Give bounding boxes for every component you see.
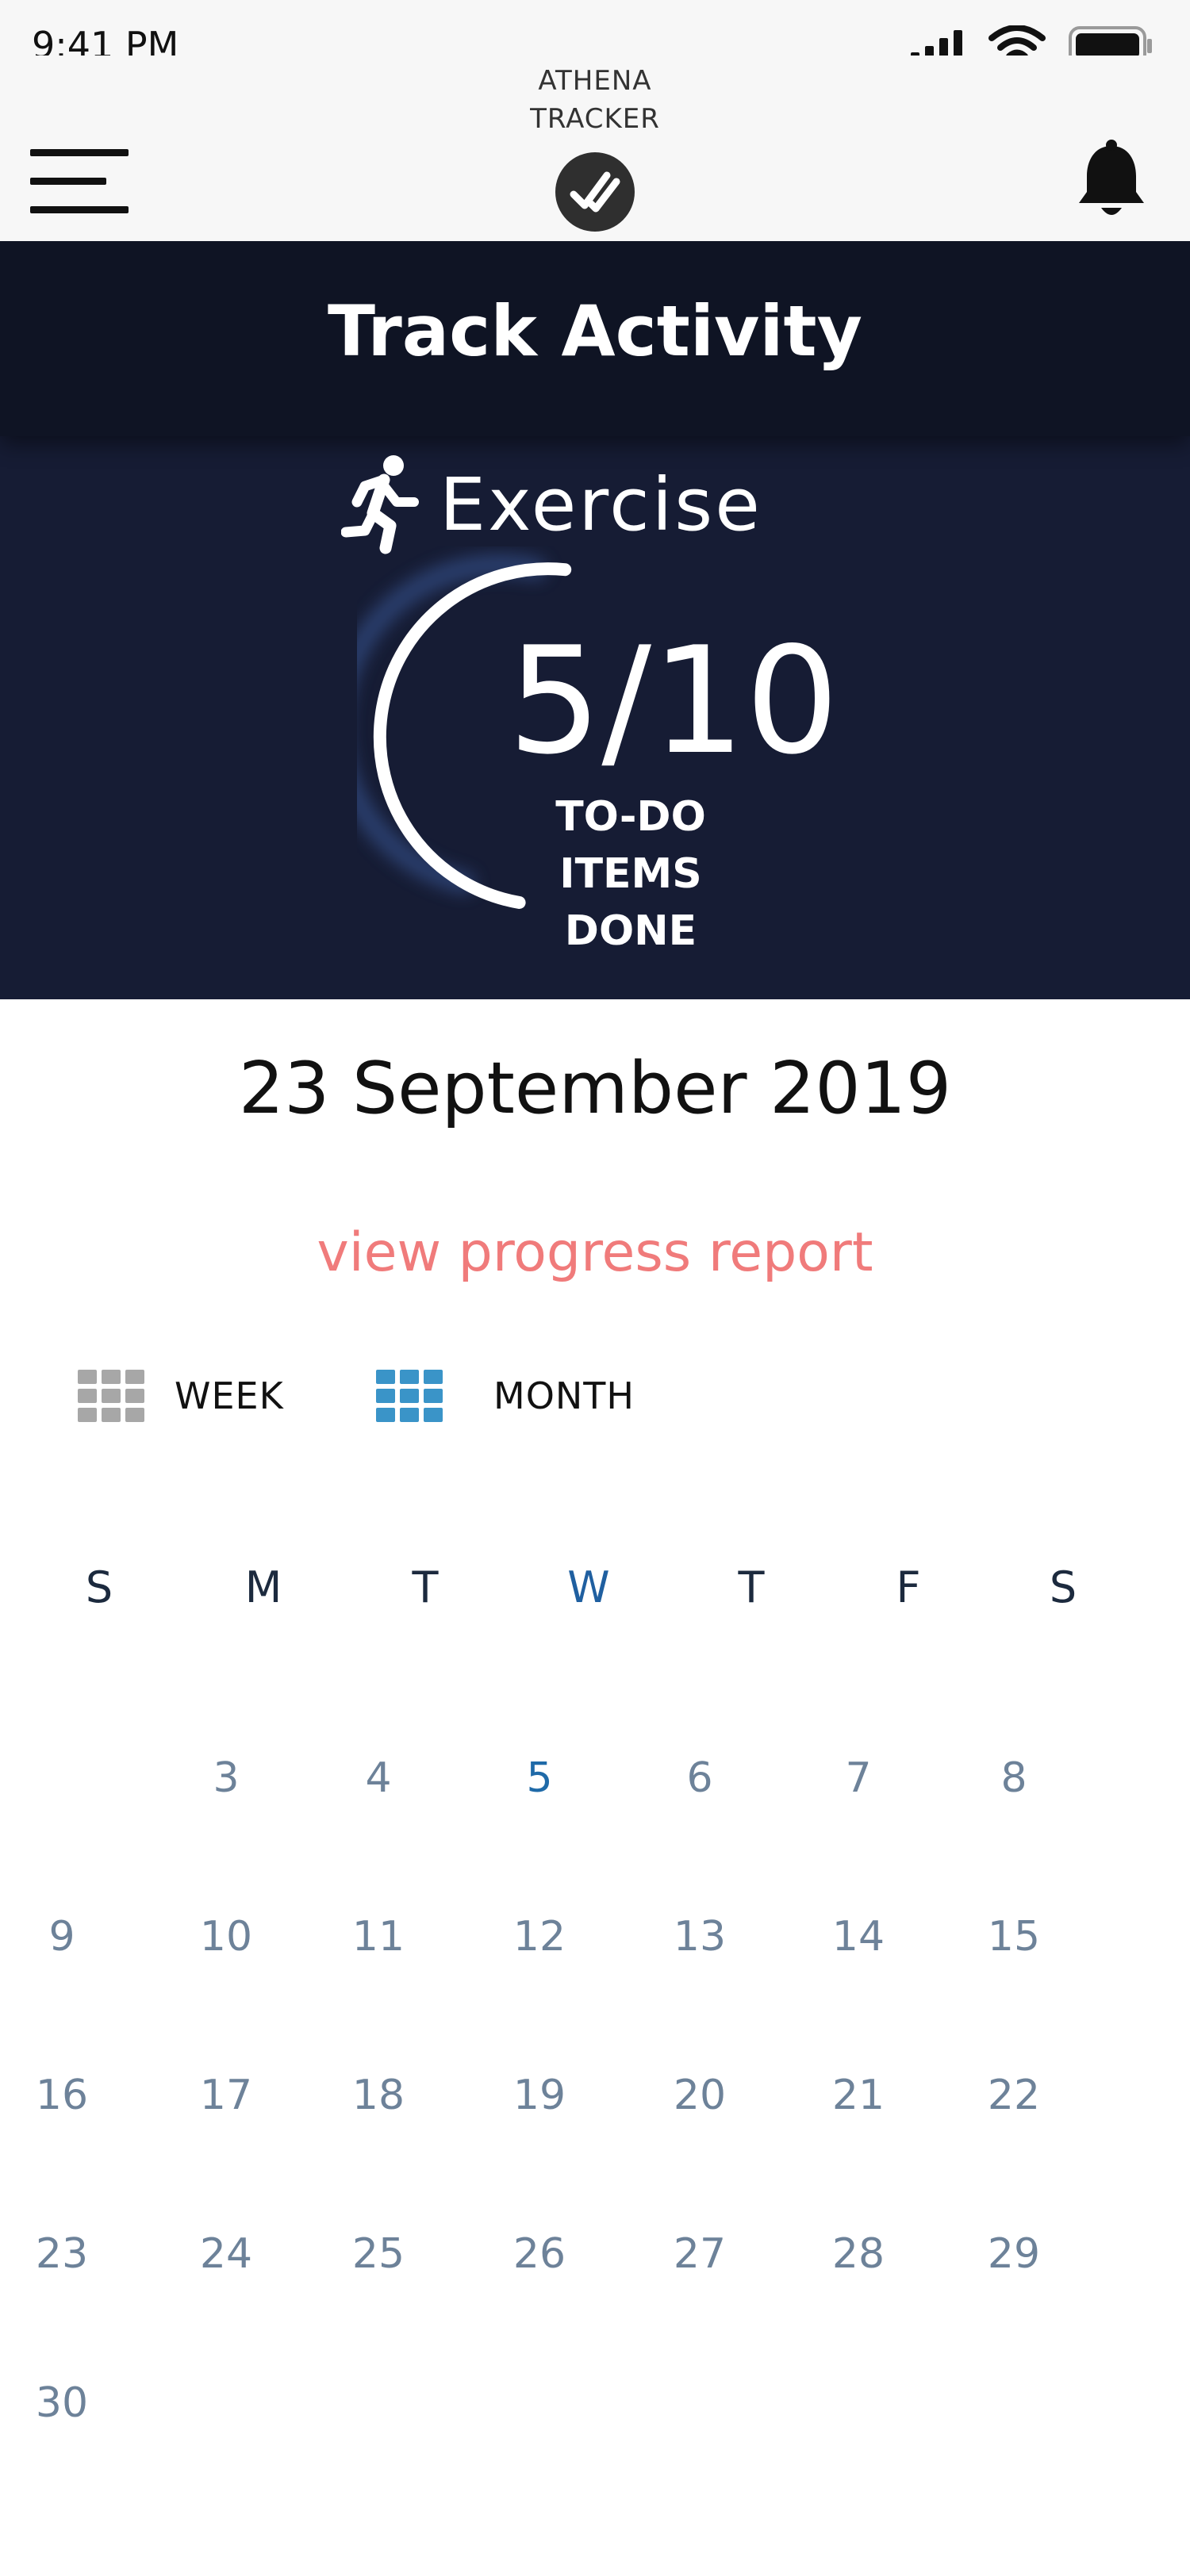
calendar-day[interactable]: 9 xyxy=(14,1913,109,1961)
month-view-toggle[interactable]: MONTH xyxy=(376,1360,635,1432)
notifications-button[interactable] xyxy=(1074,140,1149,222)
week-view-toggle[interactable]: WEEK xyxy=(78,1360,284,1432)
calendar-day[interactable]: 3 xyxy=(178,1754,274,1802)
calendar-day[interactable]: 8 xyxy=(966,1754,1061,1802)
calendar-day[interactable]: 27 xyxy=(652,2230,747,2278)
weekday-label: S xyxy=(85,1562,113,1612)
app-title-line1: ATHENA xyxy=(538,65,652,97)
progress-count: 5/10 xyxy=(508,615,839,787)
progress-caption-line1: TO-DO xyxy=(555,793,706,841)
calendar-day[interactable]: 20 xyxy=(652,2072,747,2119)
calendar-day[interactable]: 15 xyxy=(966,1913,1061,1961)
weekday-label: T xyxy=(412,1562,439,1612)
app-header: ATHENA TRACKER xyxy=(0,56,1190,241)
calendar-day[interactable]: 10 xyxy=(178,1913,274,1961)
running-person-icon xyxy=(341,455,419,554)
progress-caption-line2: ITEMS DONE xyxy=(559,850,702,955)
progress-report-link[interactable]: view progress report xyxy=(0,1221,1190,1284)
week-label: WEEK xyxy=(175,1374,284,1417)
weekday-label: F xyxy=(896,1562,921,1612)
category-label: Exercise xyxy=(440,462,762,547)
app-title-line2: TRACKER xyxy=(530,103,660,135)
bell-icon xyxy=(1079,140,1144,215)
calendar-day[interactable]: 16 xyxy=(14,2072,109,2119)
double-check-icon xyxy=(570,171,620,213)
menu-button[interactable] xyxy=(30,143,132,222)
calendar-day[interactable]: 28 xyxy=(811,2230,906,2278)
progress-caption: TO-DO ITEMS DONE xyxy=(492,788,770,960)
calendar-day[interactable]: 21 xyxy=(811,2072,906,2119)
weekday-label: M xyxy=(244,1562,282,1612)
calendar-day[interactable]: 26 xyxy=(492,2230,587,2278)
calendar-day[interactable]: 5 xyxy=(492,1754,587,1802)
calendar-day[interactable]: 23 xyxy=(14,2230,109,2278)
calendar-day[interactable]: 22 xyxy=(966,2072,1061,2119)
grid-blue-icon xyxy=(376,1370,443,1422)
calendar-day[interactable]: 25 xyxy=(331,2230,426,2278)
app-title: ATHENA TRACKER xyxy=(0,62,1190,138)
calendar-day[interactable]: 30 xyxy=(14,2379,109,2427)
weekday-label: S xyxy=(1049,1562,1077,1612)
month-label: MONTH xyxy=(493,1374,635,1417)
calendar-day[interactable]: 14 xyxy=(811,1913,906,1961)
calendar-day[interactable]: 6 xyxy=(652,1754,747,1802)
app-logo[interactable] xyxy=(555,152,635,232)
calendar-day[interactable]: 4 xyxy=(331,1754,426,1802)
calendar-day[interactable]: 11 xyxy=(331,1913,426,1961)
activity-hero: Track Activity Exercise 5/10 TO-DO ITEMS… xyxy=(0,241,1190,999)
weekday-label: T xyxy=(738,1562,765,1612)
weekday-label: W xyxy=(567,1562,610,1612)
calendar-day[interactable]: 7 xyxy=(811,1754,906,1802)
calendar-day[interactable]: 18 xyxy=(331,2072,426,2119)
selected-date: 23 September 2019 xyxy=(238,1047,952,1130)
calendar-day[interactable]: 13 xyxy=(652,1913,747,1961)
calendar-day[interactable]: 24 xyxy=(178,2230,274,2278)
calendar-day[interactable]: 19 xyxy=(492,2072,587,2119)
hamburger-icon xyxy=(30,149,129,156)
weekday-header: SMTWTFS xyxy=(0,1562,1190,1626)
calendar-day[interactable]: 17 xyxy=(178,2072,274,2119)
calendar-day[interactable]: 29 xyxy=(966,2230,1061,2278)
page-title: Track Activity xyxy=(328,290,862,372)
calendar-day[interactable]: 12 xyxy=(492,1913,587,1961)
grid-gray-icon xyxy=(78,1370,144,1422)
activity-category: Exercise xyxy=(341,449,762,560)
